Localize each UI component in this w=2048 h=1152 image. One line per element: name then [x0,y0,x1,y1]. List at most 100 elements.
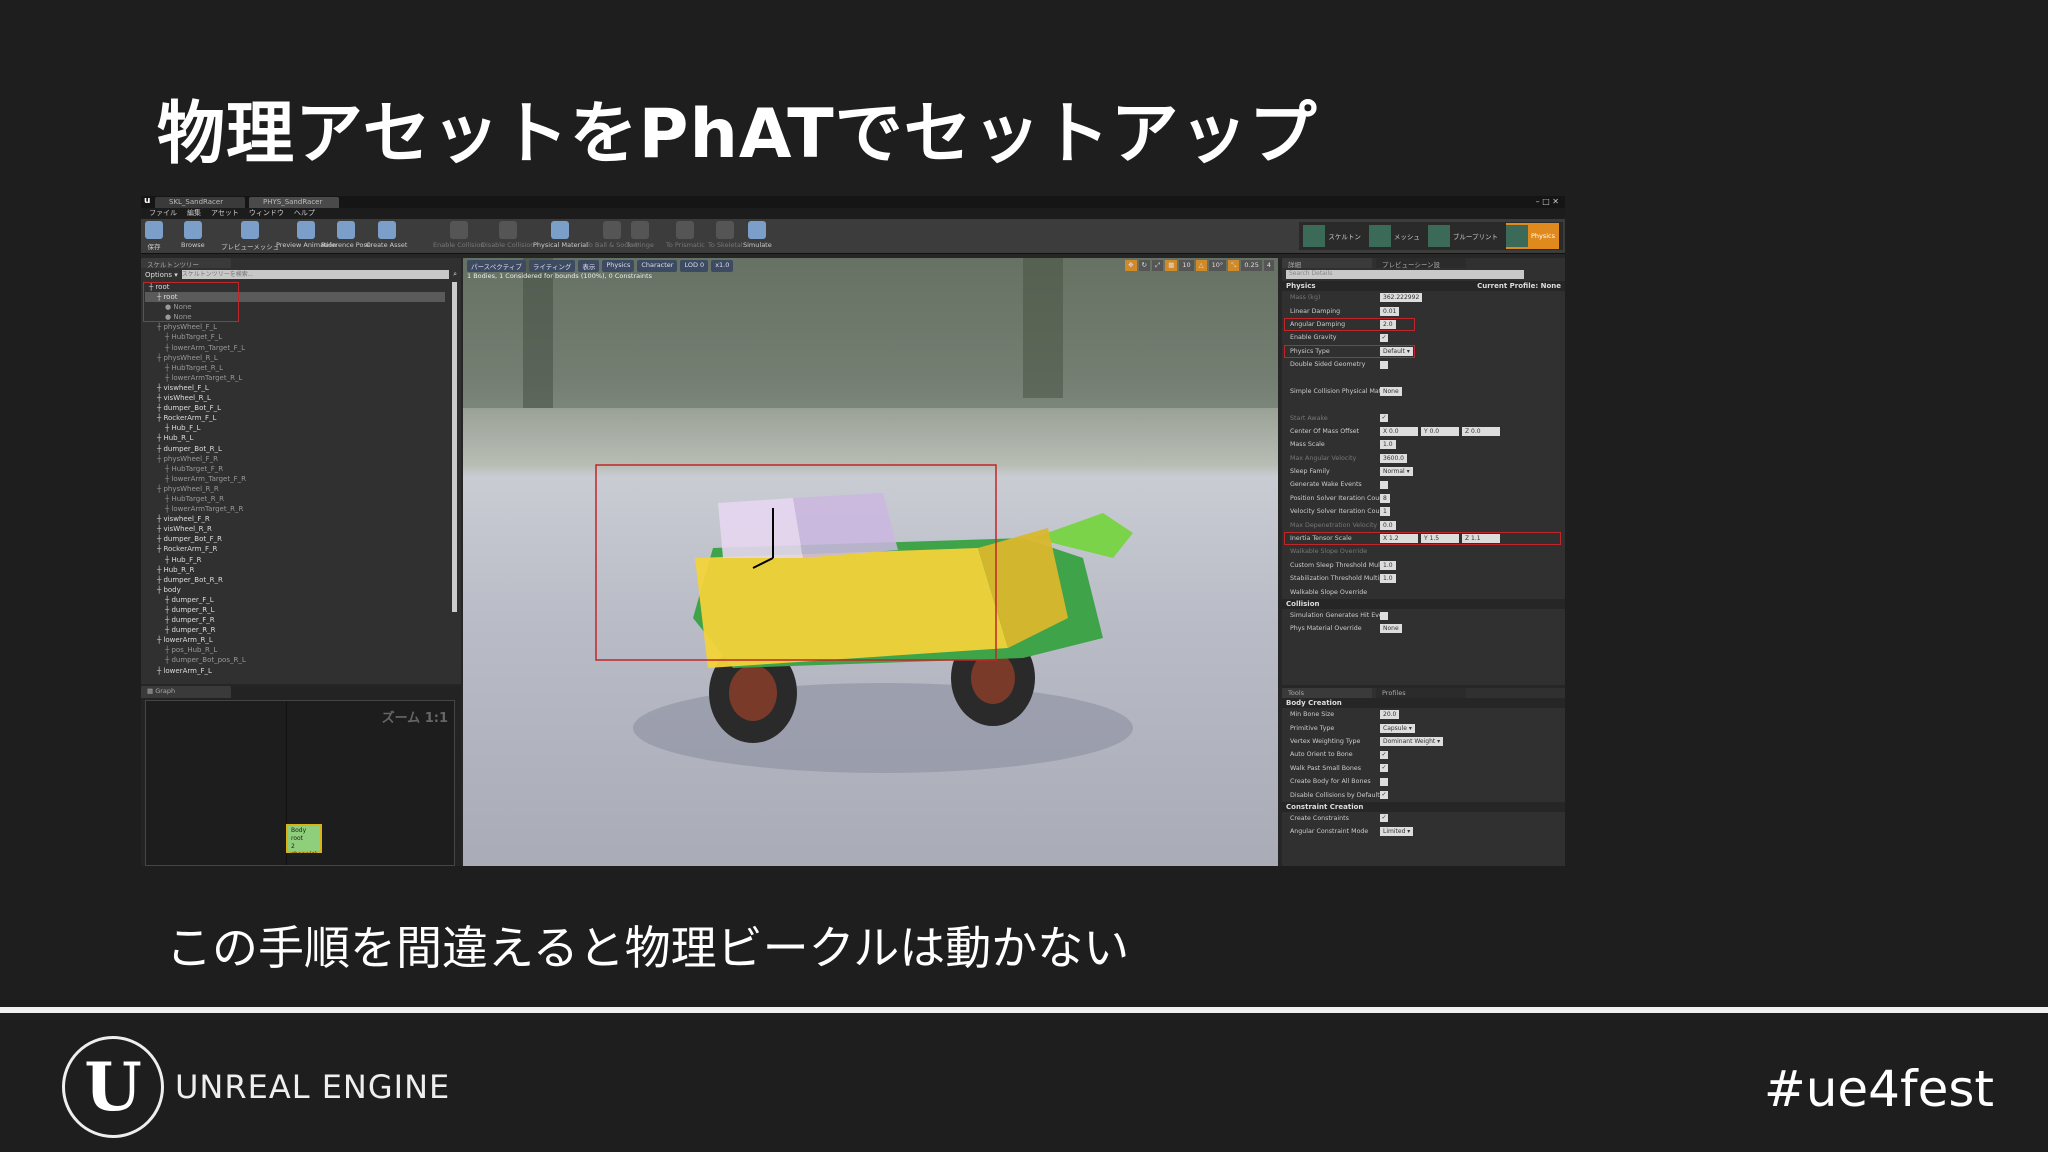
property-value[interactable]: Normal ▾ [1380,467,1413,477]
property-value[interactable]: 1.0 [1380,560,1396,570]
property-value[interactable]: 1.0 [1380,440,1396,450]
bone-tree-item[interactable]: ┼ Hub_R_R [145,565,445,575]
bone-tree-item[interactable]: ┼ lowerArmTarget_R_R [145,504,445,514]
bone-tree-item[interactable]: ┼ RockerArm_F_L [145,413,445,423]
bone-tree-item[interactable]: ┼ lowerArm_Target_F_R [145,474,445,484]
rotate-icon[interactable]: ↻ [1138,260,1150,271]
skeleton-search-input[interactable] [181,270,450,279]
viewport-button[interactable]: パースペクティブ [467,260,526,272]
menu-file[interactable]: ファイル [149,208,177,219]
toolbar-browse-button[interactable]: Browse [181,221,205,249]
options-dropdown[interactable]: Options ▾ [145,271,178,279]
bone-tree-item[interactable]: ┼ Hub_F_R [145,555,445,565]
property-checkbox[interactable]: ✓ [1380,333,1388,342]
tab-physics-asset[interactable]: PHYS_SandRacer [249,197,339,208]
toolbar-physical-material-button[interactable]: Physical Material [533,221,588,249]
scale-snap-toggle[interactable]: ⤡ [1228,260,1240,271]
bone-tree-item[interactable]: ┼ lowerArm_Target_F_L [145,343,445,353]
viewport-button[interactable]: 表示 [578,260,600,272]
scale-snap-value[interactable]: 0.25 [1241,260,1262,271]
maximize-button[interactable]: □ [1542,197,1550,206]
rotation-snap-value[interactable]: 10° [1208,260,1227,271]
graph-tab[interactable]: ▦ Graph [141,686,231,698]
toolbar-to-prismatic-button[interactable]: To Prismatic [666,221,705,249]
property-checkbox[interactable] [1380,777,1388,786]
mode-0[interactable]: スケルトン [1303,223,1365,249]
bone-tree-item[interactable]: ┼ Hub_R_L [145,433,445,443]
bone-tree-item[interactable]: ┼ visWheel_R_R [145,524,445,534]
mode-1[interactable]: メッシュ [1368,223,1424,249]
bone-tree-item[interactable]: ┼ dumper_F_R [145,615,445,625]
physics-section-header[interactable]: Physics [1286,282,1316,290]
property-checkbox[interactable] [1380,480,1388,489]
property-value[interactable]: None [1380,624,1402,634]
close-button[interactable]: ✕ [1552,197,1559,206]
tab-details[interactable]: 詳細 [1282,258,1372,269]
toolbar-enable-collision-button[interactable]: Enable Collision [433,221,484,249]
tab-skeleton[interactable]: SKL_SandRacer [155,197,245,208]
bone-tree-item[interactable]: ┼ physWheel_R_R [145,484,445,494]
toolbar-to-hinge-button[interactable]: To Hinge [626,221,654,249]
tab-preview-scene[interactable]: プレビューシーン設 [1376,258,1466,269]
mode-2[interactable]: ブループリント [1427,223,1502,249]
bone-tree-item[interactable]: ┼ dumper_Bot_F_R [145,534,445,544]
bone-tree-item[interactable]: ┼ physWheel_R_L [145,353,445,363]
viewport-button[interactable]: Character [637,260,678,272]
property-value[interactable]: 1.0 [1380,574,1396,584]
property-value[interactable]: Capsule ▾ [1380,723,1415,733]
property-value[interactable]: 8 [1380,493,1390,503]
property-value[interactable]: 0.01 [1380,306,1400,316]
viewport-button[interactable]: Physics [602,260,635,272]
bone-tree-item[interactable]: ┼ HubTarget_F_R [145,464,445,474]
property-value[interactable]: 362.222992 [1380,293,1423,303]
tree-scrollbar[interactable] [452,282,457,612]
bone-tree-item[interactable]: ┼ Hub_F_L [145,423,445,433]
constraint-creation-header[interactable]: Constraint Creation [1286,803,1363,811]
scale-icon[interactable]: ⤢ [1152,260,1164,271]
grid-snap-value[interactable]: 10 [1179,260,1194,271]
bone-tree-item[interactable]: ┼ physWheel_F_R [145,454,445,464]
grid-snap-toggle[interactable]: ▦ [1165,260,1178,271]
details-search-input[interactable]: Search Details [1286,270,1524,279]
toolbar-simulate-button[interactable]: Simulate [743,221,772,249]
toolbar-reference-pose-button[interactable]: Reference Pose [321,221,371,249]
body-creation-header[interactable]: Body Creation [1286,699,1342,707]
vector-component-field[interactable]: Y 0.0 [1421,426,1459,436]
property-value[interactable]: 1 [1380,507,1390,517]
body-node[interactable]: Body root 2 shape(s) [286,824,322,858]
bone-tree-item[interactable]: ┼ lowerArm_R_L [145,635,445,645]
bone-tree-item[interactable]: ┼ HubTarget_R_R [145,494,445,504]
tab-tools[interactable]: Tools [1282,688,1372,698]
bone-tree-item[interactable]: ┼ dumper_Bot_pos_R_L [145,655,445,665]
bone-tree-item[interactable]: ┼ dumper_Bot_R_R [145,575,445,585]
bone-tree-item[interactable]: ┼ dumper_Bot_F_L [145,403,445,413]
bone-tree-item[interactable]: ┼ physWheel_F_L [145,322,445,332]
bone-tree-item[interactable]: ┼ lowerArm_F_L [145,666,445,676]
property-value[interactable]: 20.0 [1380,710,1400,720]
bone-tree-item[interactable]: ┼ HubTarget_R_L [145,363,445,373]
toolbar-create-asset-button[interactable]: Create Asset [366,221,407,249]
viewport[interactable]: パースペクティブ ライティング 表示 Physics Character LOD 0 x1.… [463,258,1278,866]
rotation-snap-toggle[interactable]: △ [1195,260,1207,271]
bone-tree-item[interactable]: ┼ viswheel_F_R [145,514,445,524]
bone-tree-item[interactable]: ┼ dumper_R_R [145,625,445,635]
property-value[interactable]: 3600.0 [1380,453,1407,463]
camera-speed[interactable]: 4 [1263,260,1274,271]
collision-section-header[interactable]: Collision [1286,600,1320,608]
bone-tree-item[interactable]: ┼ lowerArmTarget_R_L [145,373,445,383]
property-value[interactable]: 0.0 [1380,520,1396,530]
minimize-button[interactable]: – [1536,197,1540,206]
bone-tree-item[interactable]: ┼ viswheel_F_L [145,383,445,393]
vector-component-field[interactable]: Z 0.0 [1462,426,1500,436]
bone-tree-item[interactable]: ┼ visWheel_R_L [145,393,445,403]
property-checkbox[interactable] [1380,360,1388,369]
translate-icon[interactable]: ✥ [1125,260,1137,271]
property-checkbox[interactable]: ✓ [1380,791,1388,800]
menu-help[interactable]: ヘルプ [294,208,315,219]
viewport-button[interactable]: ライティング [528,260,576,272]
vector-component-field[interactable]: X 0.0 [1380,426,1418,436]
property-value[interactable]: Dominant Weight ▾ [1380,736,1444,746]
tab-profiles[interactable]: Profiles [1376,688,1466,698]
toolbar-disable-collision-button[interactable]: Disable Collision [481,221,534,249]
bone-tree-item[interactable]: ┼ body [145,585,445,595]
